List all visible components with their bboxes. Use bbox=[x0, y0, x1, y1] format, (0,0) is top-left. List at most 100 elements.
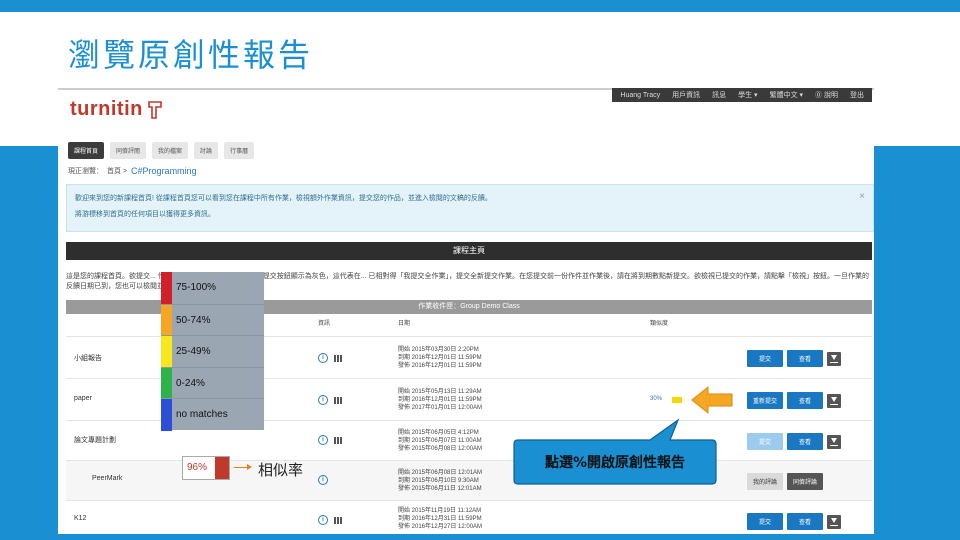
date-post: 發佈 2015年06月11日 12:01AM bbox=[398, 486, 482, 492]
arrow-head-icon bbox=[247, 464, 252, 470]
assignment-name: paper bbox=[74, 395, 92, 402]
breadcrumb-home[interactable]: 首頁 > bbox=[107, 166, 127, 176]
submit-button-disabled[interactable]: 提交 bbox=[747, 433, 783, 450]
similarity-sample-badge: 96% bbox=[182, 456, 230, 480]
top-accent-band bbox=[0, 0, 960, 12]
user-nav: Huang Tracy 用戶資訊 訊息 學生 ▾ 繁體中文 ▾ ⓪ 說明 登出 bbox=[612, 88, 872, 102]
row-actions: 重新提交 查看 bbox=[747, 392, 841, 409]
legend-swatch bbox=[161, 336, 172, 368]
user-info-link[interactable]: 用戶資訊 bbox=[672, 90, 700, 100]
row-info-icons: i bbox=[318, 395, 343, 405]
slide-title: 瀏覽原創性報告 bbox=[68, 36, 314, 74]
col-dates: 日期 bbox=[398, 321, 411, 327]
tab-calendar[interactable]: 行事曆 bbox=[224, 142, 255, 159]
resubmit-button[interactable]: 重新提交 bbox=[747, 392, 783, 409]
date-start: 開始 2015年06月08日 12:01AM bbox=[398, 470, 483, 476]
assignment-dates: 開始 2015年05月13日 11:29AM 到期 2016年12月01日 11… bbox=[398, 388, 482, 412]
logo-text: turnitin bbox=[70, 98, 143, 120]
row-actions: 我的評論 同儕評論 bbox=[747, 473, 823, 490]
breadcrumb-course: C#Programming bbox=[131, 166, 197, 176]
assignment-name: 論文專題計劃 bbox=[74, 437, 116, 444]
row-actions: 提交 查看 bbox=[747, 513, 841, 530]
legend-item: no matches bbox=[161, 398, 264, 431]
tab-course-home[interactable]: 課程首頁 bbox=[68, 142, 105, 159]
info-icon[interactable]: i bbox=[318, 435, 328, 445]
breadcrumb: 現正瀏覽： 首頁 > C#Programming bbox=[68, 166, 197, 176]
legend-label: 75-100% bbox=[176, 282, 217, 293]
view-button[interactable]: 查看 bbox=[787, 433, 823, 450]
legend-item: 50-74% bbox=[161, 303, 264, 337]
language-dropdown[interactable]: 繁體中文 ▾ bbox=[770, 90, 803, 100]
download-icon[interactable] bbox=[827, 434, 841, 449]
legend-label: no matches bbox=[176, 409, 228, 421]
date-start: 開始 2015年03月30日 2:20PM bbox=[398, 347, 479, 353]
download-icon[interactable] bbox=[827, 393, 841, 408]
legend-swatch bbox=[161, 367, 172, 400]
similarity-label: 相似率 bbox=[258, 461, 304, 479]
stats-icon[interactable] bbox=[334, 436, 343, 444]
date-due: 到期 2016年12月01日 11:59PM bbox=[398, 355, 482, 361]
callout-text: 點選%開啟原創性報告 bbox=[544, 455, 686, 471]
date-due: 到期 2016年12月31日 11:59PM bbox=[398, 516, 482, 522]
my-reviews-button[interactable]: 我的評論 bbox=[747, 473, 783, 490]
tab-peer-review[interactable]: 同儕評閱 bbox=[110, 142, 147, 159]
stats-icon[interactable] bbox=[334, 396, 343, 404]
date-start: 開始 2015年11月19日 11:12AM bbox=[398, 508, 482, 514]
messages-link[interactable]: 訊息 bbox=[712, 90, 726, 100]
download-icon[interactable] bbox=[827, 351, 841, 366]
stats-icon[interactable] bbox=[334, 516, 343, 524]
welcome-info-box: 歡迎來到您的新課程首頁! 從課程首頁您可以看到您在課程中所有作業，檢視額外作業資… bbox=[66, 184, 874, 232]
legend-label: 0-24% bbox=[176, 377, 205, 389]
download-icon[interactable] bbox=[827, 514, 841, 529]
info-icon[interactable]: i bbox=[318, 515, 328, 525]
role-dropdown[interactable]: 學生 ▾ bbox=[738, 90, 757, 100]
table-row: K12 i 開始 2015年11月19日 11:12AM 到期 2016年12月… bbox=[66, 500, 872, 534]
logout-link[interactable]: 登出 bbox=[850, 90, 864, 100]
info-icon[interactable]: i bbox=[318, 353, 328, 363]
similarity-legend: 75-100% 50-74% 25-49% 0-24% no matches bbox=[161, 272, 264, 431]
left-arrow-pointer-icon bbox=[691, 385, 733, 415]
info-line-2: 將游標移到首頁的任何項目以獲得更多資訊。 bbox=[75, 211, 215, 218]
assignment-dates: 開始 2015年06月05日 4:12PM 到期 2015年06月07日 11:… bbox=[398, 429, 482, 453]
assignment-dates: 開始 2015年11月19日 11:12AM 到期 2016年12月31日 11… bbox=[398, 507, 482, 531]
turnitin-mark-icon bbox=[148, 100, 162, 119]
stats-icon[interactable] bbox=[334, 354, 343, 362]
similarity-score-link[interactable]: 30% bbox=[650, 396, 662, 402]
legend-swatch bbox=[161, 304, 172, 337]
info-icon[interactable]: i bbox=[318, 475, 328, 485]
assignment-dates: 開始 2015年06月08日 12:01AM 到期 2015年06月10日 9:… bbox=[398, 469, 482, 493]
date-post: 發佈 2017年01月01日 12:00AM bbox=[398, 405, 483, 411]
info-icon[interactable]: i bbox=[318, 395, 328, 405]
date-due: 到期 2015年06月10日 9:30AM bbox=[398, 478, 479, 484]
user-name[interactable]: Huang Tracy bbox=[620, 92, 660, 99]
date-post: 發佈 2015年06月08日 12:00AM bbox=[398, 446, 483, 452]
view-button[interactable]: 查看 bbox=[787, 392, 823, 409]
row-actions: 提交 查看 bbox=[747, 433, 841, 450]
legend-item: 25-49% bbox=[161, 335, 264, 368]
date-due: 到期 2016年12月01日 11:59PM bbox=[398, 397, 482, 403]
col-similarity: 類似度 bbox=[650, 321, 669, 327]
course-tabs: 課程首頁 同儕評閱 我的檔案 討論 行事曆 bbox=[68, 142, 255, 159]
view-button[interactable]: 查看 bbox=[787, 350, 823, 367]
assignment-name: K12 bbox=[74, 515, 87, 522]
legend-item: 0-24% bbox=[161, 366, 264, 400]
col-info: 資訊 bbox=[318, 321, 331, 327]
peer-reviews-button[interactable]: 同儕評論 bbox=[787, 473, 823, 490]
info-line-1: 歡迎來到您的新課程首頁! 從課程首頁您可以看到您在課程中所有作業，檢視額外作業資… bbox=[75, 195, 492, 202]
assignment-name: 小組報告 bbox=[74, 355, 102, 362]
view-button[interactable]: 查看 bbox=[787, 513, 823, 530]
row-info-icons: i bbox=[318, 515, 343, 525]
legend-swatch bbox=[161, 272, 172, 304]
date-due: 到期 2015年06月07日 11:00AM bbox=[398, 438, 482, 444]
tab-my-files[interactable]: 我的檔案 bbox=[152, 142, 189, 159]
close-icon[interactable]: × bbox=[859, 191, 865, 202]
help-link[interactable]: ⓪ 說明 bbox=[815, 90, 838, 100]
legend-swatch bbox=[161, 399, 172, 431]
date-start: 開始 2015年05月13日 11:29AM bbox=[398, 389, 482, 395]
legend-label: 25-49% bbox=[176, 346, 211, 358]
submit-button[interactable]: 提交 bbox=[747, 350, 783, 367]
tab-discussion[interactable]: 討論 bbox=[194, 142, 219, 159]
assignment-name: PeerMark bbox=[92, 475, 123, 482]
turnitin-logo[interactable]: turnitin bbox=[70, 98, 164, 121]
submit-button[interactable]: 提交 bbox=[747, 513, 783, 530]
